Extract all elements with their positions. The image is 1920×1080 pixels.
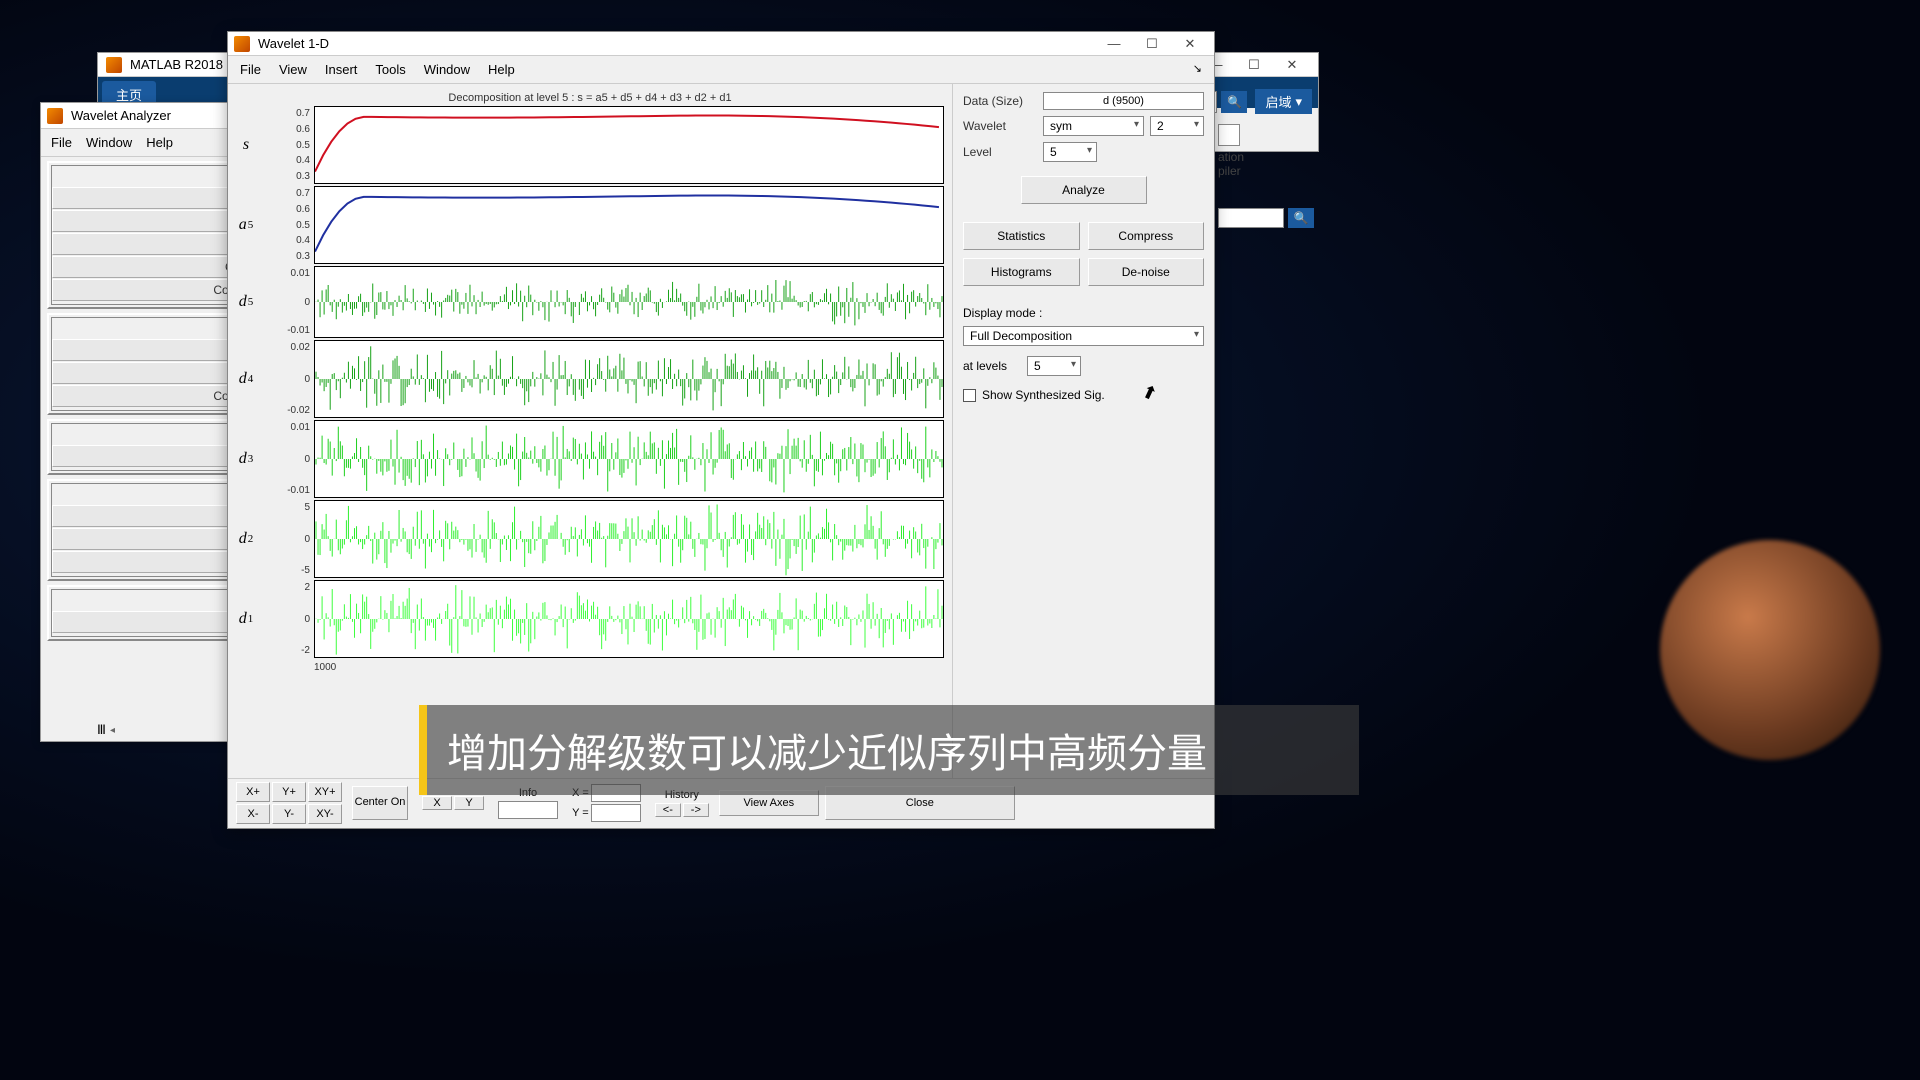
yticks-a5: 0.70.60.50.40.3 xyxy=(256,186,314,264)
denoise-button[interactable]: De-noise xyxy=(1088,258,1205,286)
yticks-d3: 0.010-0.01 xyxy=(256,420,314,498)
zoom-y-minus[interactable]: Y- xyxy=(272,804,306,824)
yticks-d2: 50-5 xyxy=(256,500,314,578)
yticks-d4: 0.020-0.02 xyxy=(256,340,314,418)
pick-y-button[interactable]: Y xyxy=(454,796,484,810)
axes-d5[interactable] xyxy=(314,266,944,338)
y-value-box xyxy=(591,804,641,822)
menu-file[interactable]: File xyxy=(51,135,72,150)
menu-help[interactable]: Help xyxy=(488,62,515,77)
center-on-button[interactable]: Center On xyxy=(352,786,408,820)
plot-label-d4: d4 xyxy=(236,340,256,418)
matlab-logo-icon xyxy=(234,36,250,52)
addon-icon[interactable] xyxy=(1218,124,1240,146)
path-search-icon[interactable]: 🔍 xyxy=(1288,208,1314,228)
dock-icon[interactable]: ↘ xyxy=(1193,62,1202,77)
minimize-button[interactable]: — xyxy=(1096,34,1132,54)
axes-d4[interactable] xyxy=(314,340,944,418)
zoom-x-plus[interactable]: X+ xyxy=(236,782,270,802)
zoom-y-plus[interactable]: Y+ xyxy=(272,782,306,802)
plot-label-d2: d2 xyxy=(236,500,256,578)
yticks-d5: 0.010-0.01 xyxy=(256,266,314,338)
display-mode-label: Display mode : xyxy=(963,306,1204,320)
decomposition-title: Decomposition at level 5 : s = a5 + d5 +… xyxy=(236,90,944,106)
matlab-logo-icon xyxy=(106,57,122,73)
maximize-button[interactable]: ☐ xyxy=(1134,34,1170,54)
side-panel: Data (Size) d (9500) Wavelet sym 2 Level… xyxy=(952,84,1214,778)
scroll-left-icon[interactable]: Ⅲ xyxy=(97,722,106,738)
display-mode-dropdown[interactable]: Full Decomposition xyxy=(963,326,1204,346)
maximize-button[interactable]: ☐ xyxy=(1236,55,1272,75)
plot-label-d5: d5 xyxy=(236,266,256,338)
background-planet xyxy=(1660,540,1880,760)
search-icon[interactable]: 🔍 xyxy=(1221,91,1247,113)
axes-a5[interactable] xyxy=(314,186,944,264)
login-button[interactable]: 启域 ▾ xyxy=(1255,89,1312,114)
wavelet-family-dropdown[interactable]: sym xyxy=(1043,116,1144,136)
analyze-button[interactable]: Analyze xyxy=(1021,176,1147,204)
matlab-title: MATLAB R2018 xyxy=(130,57,223,72)
x-ticks: 1000 xyxy=(236,660,944,673)
menu-window[interactable]: Window xyxy=(86,135,132,150)
zoom-xy-minus[interactable]: XY- xyxy=(308,804,342,824)
yticks-s: 0.70.60.50.40.3 xyxy=(256,106,314,184)
menu-tools[interactable]: Tools xyxy=(375,62,405,77)
level-label: Level xyxy=(963,145,1037,159)
history-fwd-button[interactable]: -> xyxy=(683,803,709,817)
scroll-indicator-icon: ◂ xyxy=(110,725,115,736)
w1d-title: Wavelet 1-D xyxy=(258,36,329,51)
plots-panel: Decomposition at level 5 : s = a5 + d5 +… xyxy=(228,84,952,778)
ribbon-fragment: ation piler 🔍 xyxy=(1218,120,1314,228)
matlab-logo-icon xyxy=(47,108,63,124)
data-size-value: d (9500) xyxy=(1043,92,1204,110)
axes-d1[interactable]: ×10⁻³ xyxy=(314,580,944,658)
plot-label-d3: d3 xyxy=(236,420,256,498)
menu-help[interactable]: Help xyxy=(146,135,173,150)
at-levels-label: at levels xyxy=(963,359,1007,373)
y-eq-label: Y = xyxy=(572,807,589,819)
axes-d2[interactable]: ×10⁻³ xyxy=(314,500,944,578)
yticks-d1: 20-2 xyxy=(256,580,314,658)
plot-label-d1: d1 xyxy=(236,580,256,658)
close-button[interactable]: ✕ xyxy=(1274,55,1310,75)
menu-file[interactable]: File xyxy=(240,62,261,77)
info-box xyxy=(498,801,558,819)
axes-d3[interactable] xyxy=(314,420,944,498)
analyzer-title: Wavelet Analyzer xyxy=(71,108,171,123)
level-dropdown[interactable]: 5 xyxy=(1043,142,1097,162)
menu-window[interactable]: Window xyxy=(424,62,470,77)
compress-button[interactable]: Compress xyxy=(1088,222,1205,250)
video-subtitle: 增加分解级数可以减少近似序列中高频分量 xyxy=(419,705,1359,795)
menu-insert[interactable]: Insert xyxy=(325,62,358,77)
statistics-button[interactable]: Statistics xyxy=(963,222,1080,250)
path-dropdown[interactable] xyxy=(1218,208,1284,228)
zoom-x-minus[interactable]: X- xyxy=(236,804,270,824)
zoom-xy-plus[interactable]: XY+ xyxy=(308,782,342,802)
menu-view[interactable]: View xyxy=(279,62,307,77)
subtitle-text: 增加分解级数可以减少近似序列中高频分量 xyxy=(427,721,1359,779)
data-size-label: Data (Size) xyxy=(963,94,1037,108)
at-levels-dropdown[interactable]: 5 xyxy=(1027,356,1081,376)
wavelet-order-dropdown[interactable]: 2 xyxy=(1150,116,1204,136)
plot-label-a5: a5 xyxy=(236,186,256,264)
subtitle-accent xyxy=(419,705,427,795)
wavelet-label: Wavelet xyxy=(963,119,1037,133)
axes-s[interactable] xyxy=(314,106,944,184)
history-back-button[interactable]: <- xyxy=(655,803,681,817)
close-button[interactable]: ✕ xyxy=(1172,34,1208,54)
show-synth-label: Show Synthesized Sig. xyxy=(982,388,1105,402)
histograms-button[interactable]: Histograms xyxy=(963,258,1080,286)
plot-label-s: s xyxy=(236,106,256,184)
show-synth-checkbox[interactable] xyxy=(963,389,976,402)
pick-x-button[interactable]: X xyxy=(422,796,452,810)
